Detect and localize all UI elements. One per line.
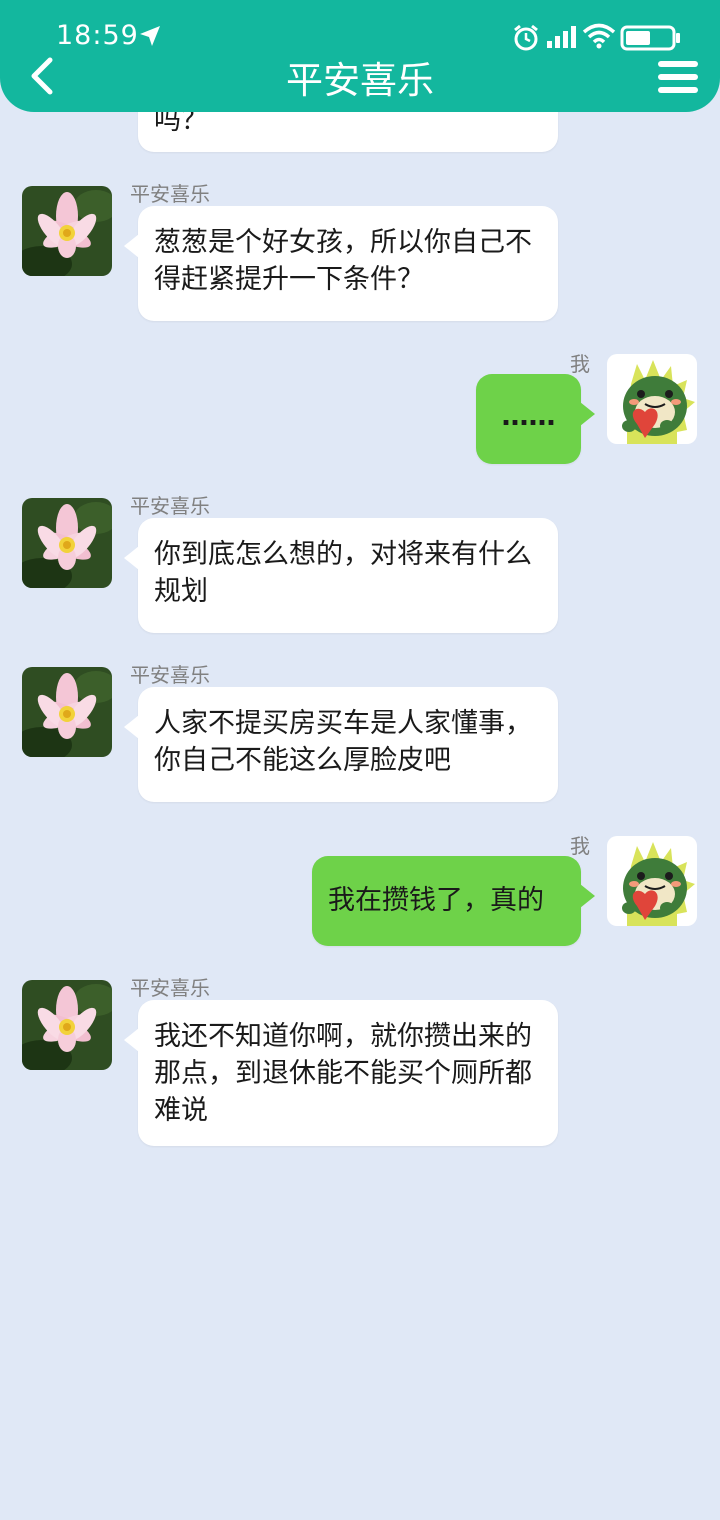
lotus-avatar [22,186,112,276]
top-bar: 18:59 平安喜乐 [0,0,720,112]
message-text: 人家不提买房买车是人家懂事，你自己不能这么厚脸皮吧 [154,708,532,776]
sender-name: 平安喜乐 [130,494,210,518]
sender-name: 平安喜乐 [130,663,210,687]
location-arrow-icon [140,26,160,46]
message-bubble[interactable]: 我在攒钱了，真的 [312,856,595,946]
my-avatar[interactable] [607,354,697,444]
lotus-avatar [22,498,112,588]
message-bubble[interactable]: 我还不知道你啊，就你攒出来的那点，到退休能不能买个厕所都难说 [124,1000,558,1146]
chat-screen: 吗？ 平安喜乐 葱葱是个好女孩，所以你自己不得赶紧提升一下条件？ 我 …… 平安… [0,0,720,1520]
menu-icon[interactable] [656,58,700,96]
chat-title: 平安喜乐 [286,59,434,102]
message-bubble[interactable]: …… [476,374,595,464]
message-text: 你到底怎么想的，对将来有什么规划 [154,539,532,607]
message-text: 葱葱是个好女孩，所以你自己不得赶紧提升一下条件？ [154,227,532,295]
contact-avatar[interactable] [22,667,112,757]
message-list[interactable]: 吗？ 平安喜乐 葱葱是个好女孩，所以你自己不得赶紧提升一下条件？ 我 …… 平安… [0,0,720,1520]
alarm-icon [514,24,538,51]
message-text: 我在攒钱了，真的 [328,885,544,916]
sender-name: 平安喜乐 [130,976,210,1000]
my-avatar[interactable] [607,836,697,926]
contact-avatar[interactable] [22,498,112,588]
sender-name: 我 [570,352,590,376]
status-time: 18:59 [56,20,139,51]
message-text: …… [501,401,556,432]
message-bubble[interactable]: 你到底怎么想的，对将来有什么规划 [124,518,558,633]
dinosaur-avatar [607,836,697,926]
contact-avatar[interactable] [22,980,112,1070]
lotus-avatar [22,980,112,1070]
battery-icon [620,25,680,51]
message-bubble[interactable]: 人家不提买房买车是人家懂事，你自己不能这么厚脸皮吧 [124,687,558,802]
wifi-icon [582,23,616,49]
lotus-avatar [22,667,112,757]
contact-avatar[interactable] [22,186,112,276]
sender-name: 平安喜乐 [130,182,210,206]
signal-icon [547,26,576,48]
message-bubble[interactable]: 葱葱是个好女孩，所以你自己不得赶紧提升一下条件？ [124,206,558,321]
message-text: 我还不知道你啊，就你攒出来的那点，到退休能不能买个厕所都难说 [154,1021,532,1126]
dinosaur-avatar [607,354,697,444]
sender-name: 我 [570,834,590,858]
